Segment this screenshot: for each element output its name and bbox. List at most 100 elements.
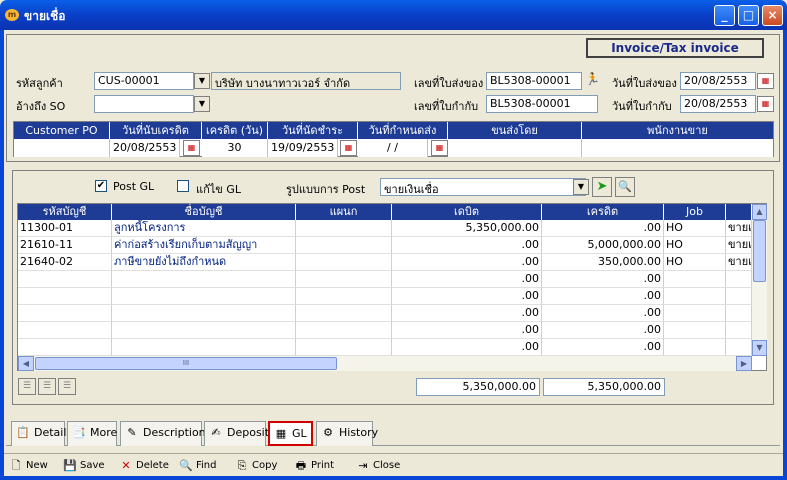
gl-cell-job[interactable]: HO (664, 254, 726, 271)
calendar-icon[interactable]: ▦ (431, 140, 448, 156)
save-button[interactable]: 💾 Save (62, 458, 104, 476)
gl-cell-credit[interactable]: 5,000,000.00 (542, 237, 664, 254)
close-toolbar-button[interactable]: ⇥ Close (355, 458, 400, 476)
gl-cell-account-code[interactable] (18, 271, 112, 288)
gl-cell-extra[interactable] (726, 322, 752, 339)
scroll-up-icon[interactable]: ▲ (752, 204, 767, 220)
gl-cell-account-name[interactable]: ภาษีขายยังไม่ถึงกำหนด (112, 254, 296, 271)
gl-cell-credit[interactable]: .00 (542, 339, 664, 356)
gl-cell-department[interactable] (296, 237, 392, 254)
gl-cell-debit[interactable]: .00 (392, 271, 542, 288)
gl-cell-extra[interactable] (726, 271, 752, 288)
credit-start-cell[interactable]: 20/08/2553 (110, 139, 180, 157)
minimize-button[interactable]: _ (714, 5, 735, 26)
tab-history[interactable]: ⚙ History (316, 421, 378, 446)
gl-cell-job[interactable] (664, 288, 726, 305)
gl-cell-job[interactable] (664, 271, 726, 288)
gl-cell-department[interactable] (296, 288, 392, 305)
post-format-dropdown-icon[interactable]: ▼ (573, 179, 589, 195)
delivery-no-input[interactable]: BL5308-00001 (486, 72, 582, 90)
gl-cell-account-name[interactable] (112, 271, 296, 288)
customer-dropdown-icon[interactable]: ▼ (194, 73, 210, 89)
gl-cell-extra[interactable] (726, 288, 752, 305)
gl-cell-department[interactable] (296, 220, 392, 237)
customer-po-cell[interactable] (14, 139, 110, 157)
gl-cell-account-code[interactable]: 21610-11 (18, 237, 112, 254)
gl-cell-account-name[interactable] (112, 339, 296, 356)
gl-cell-account-code[interactable] (18, 305, 112, 322)
gl-cell-extra[interactable]: ขายเ (726, 254, 752, 271)
calendar-icon[interactable]: ▦ (757, 96, 774, 112)
gl-cell-account-name[interactable] (112, 322, 296, 339)
calendar-icon[interactable]: ▦ (757, 73, 774, 89)
gl-vertical-scroll-thumb[interactable] (753, 220, 766, 282)
tab-detail[interactable]: 📋 Detail (11, 421, 66, 446)
scroll-left-icon[interactable]: ◀ (18, 356, 34, 371)
salesperson-cell[interactable] (582, 139, 773, 157)
gl-cell-account-code[interactable] (18, 339, 112, 356)
gl-cell-debit[interactable]: .00 (392, 339, 542, 356)
gl-cell-account-name[interactable] (112, 288, 296, 305)
gl-cell-account-code[interactable]: 11300-01 (18, 220, 112, 237)
insert-row-icon[interactable]: ☰ (18, 378, 36, 395)
post-gl-checkbox[interactable]: ✔ (95, 180, 107, 192)
gl-cell-account-code[interactable] (18, 288, 112, 305)
gl-cell-credit[interactable]: .00 (542, 271, 664, 288)
gl-cell-department[interactable] (296, 254, 392, 271)
shipped-by-cell[interactable] (448, 139, 582, 157)
gl-cell-account-name[interactable] (112, 305, 296, 322)
tab-deposit[interactable]: ✍ Deposit (204, 421, 269, 446)
gl-cell-job[interactable] (664, 305, 726, 322)
gl-cell-credit[interactable]: .00 (542, 220, 664, 237)
gl-cell-extra[interactable]: ขายเ (726, 237, 752, 254)
gl-cell-extra[interactable] (726, 305, 752, 322)
ref-so-dropdown-icon[interactable]: ▼ (194, 96, 210, 112)
copy-button[interactable]: ⎘ Copy (234, 458, 278, 476)
gl-cell-debit[interactable]: 5,350,000.00 (392, 220, 542, 237)
due-date-cell[interactable]: 19/09/2553 (268, 139, 338, 157)
post-format-select[interactable]: ขายเงินเชื่อ (380, 178, 586, 196)
runner-icon[interactable]: 🏃 (585, 72, 600, 89)
gl-cell-job[interactable] (664, 339, 726, 356)
tab-description[interactable]: ✎ Description (120, 421, 206, 446)
edit-gl-checkbox[interactable] (177, 180, 189, 192)
calendar-icon[interactable]: ▦ (340, 140, 357, 156)
delete-button[interactable]: ✕ Delete (118, 458, 168, 476)
ship-date-cell[interactable]: / / (358, 139, 428, 157)
gl-cell-credit[interactable]: .00 (542, 305, 664, 322)
scroll-down-icon[interactable]: ▼ (752, 340, 767, 356)
new-button[interactable]: 🗋 New (8, 458, 48, 476)
gl-cell-account-code[interactable] (18, 322, 112, 339)
delete-row-icon[interactable]: ☰ (58, 378, 76, 395)
gl-cell-department[interactable] (296, 339, 392, 356)
tax-date-input[interactable]: 20/08/2553 (680, 95, 756, 113)
gl-cell-credit[interactable]: 350,000.00 (542, 254, 664, 271)
add-row-icon[interactable]: ☰ (38, 378, 56, 395)
credit-days-cell[interactable]: 30 (202, 139, 268, 157)
tax-no-input[interactable]: BL5308-00001 (486, 95, 598, 113)
tab-gl[interactable]: ▦ GL (268, 421, 313, 446)
gl-cell-extra[interactable]: ขายเ (726, 220, 752, 237)
gl-cell-debit[interactable]: .00 (392, 288, 542, 305)
calendar-icon[interactable]: ▦ (183, 140, 200, 156)
gl-cell-credit[interactable]: .00 (542, 288, 664, 305)
customer-code-input[interactable]: CUS-00001 (94, 72, 194, 90)
gl-cell-account-name[interactable]: ลูกหนี้โครงการ (112, 220, 296, 237)
gl-cell-credit[interactable]: .00 (542, 322, 664, 339)
close-button[interactable]: × (762, 5, 783, 26)
gl-cell-debit[interactable]: .00 (392, 322, 542, 339)
tab-more[interactable]: 📑 More (67, 421, 117, 446)
gl-horizontal-scroll-thumb[interactable]: III (35, 357, 337, 370)
ref-so-input[interactable] (94, 95, 194, 113)
find-button[interactable]: 🔍 Find (178, 458, 216, 476)
gl-cell-account-code[interactable]: 21640-02 (18, 254, 112, 271)
scroll-right-icon[interactable]: ▶ (736, 356, 752, 371)
print-button[interactable]: 🖶 Print (293, 458, 334, 476)
maximize-button[interactable]: □ (738, 5, 759, 26)
preview-icon[interactable]: 🔍 (615, 177, 635, 197)
gl-cell-extra[interactable] (726, 339, 752, 356)
gl-cell-department[interactable] (296, 271, 392, 288)
gl-cell-job[interactable]: HO (664, 237, 726, 254)
gl-cell-department[interactable] (296, 322, 392, 339)
gl-cell-account-name[interactable]: ค่าก่อสร้างเรียกเก็บตามสัญญา (112, 237, 296, 254)
